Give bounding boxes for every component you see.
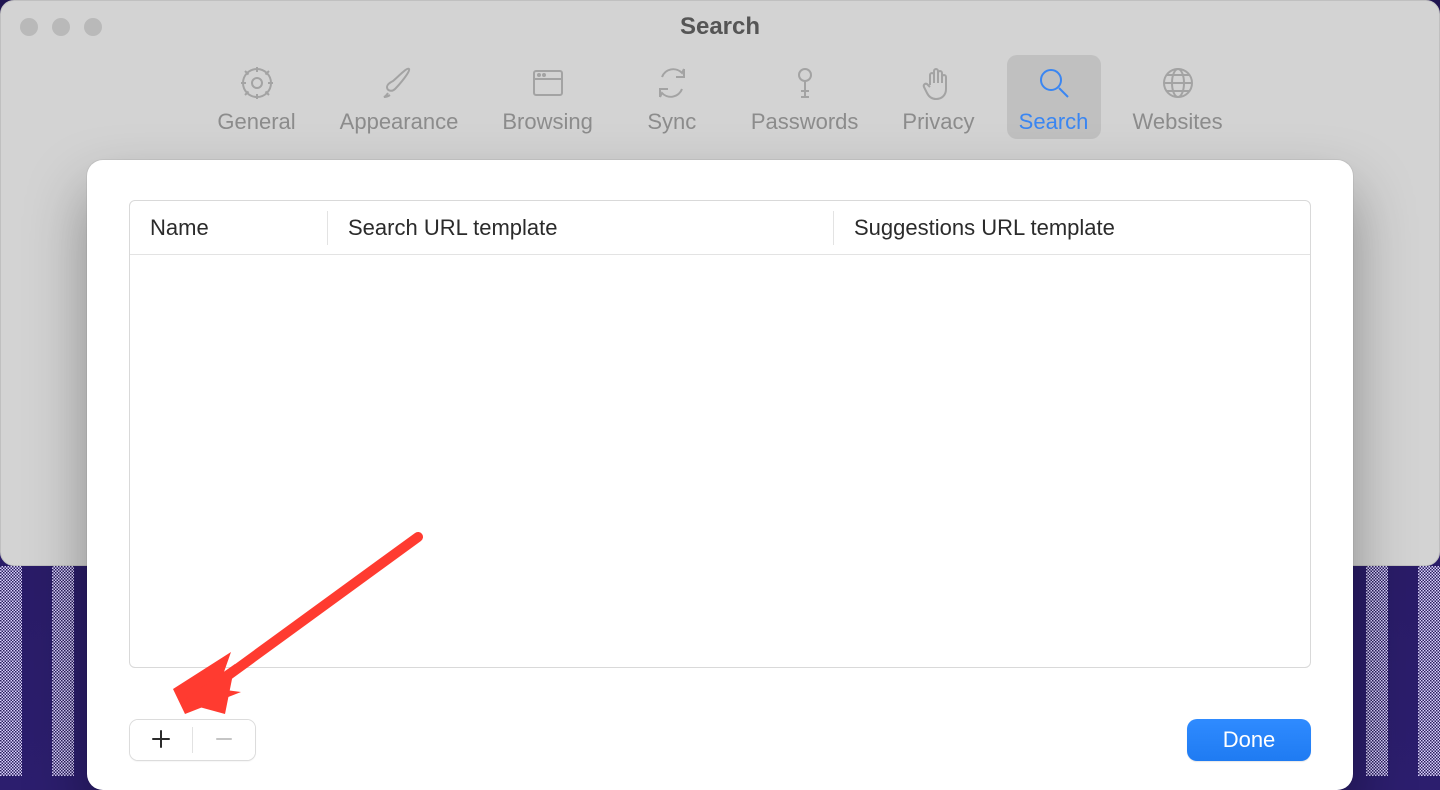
sheet-footer: Done (129, 718, 1311, 762)
brush-icon (377, 61, 421, 105)
column-header-name[interactable]: Name (130, 211, 328, 245)
gear-icon (235, 61, 279, 105)
custom-search-engines-sheet: Name Search URL template Suggestions URL… (87, 160, 1353, 790)
search-engines-table[interactable]: Name Search URL template Suggestions URL… (129, 200, 1311, 668)
add-remove-group (129, 719, 256, 761)
tab-privacy[interactable]: Privacy (890, 55, 986, 139)
tab-label: Passwords (751, 109, 859, 135)
tab-appearance[interactable]: Appearance (328, 55, 471, 139)
remove-button[interactable] (193, 720, 255, 760)
wallpaper-noise-right (1350, 566, 1440, 790)
done-button[interactable]: Done (1187, 719, 1311, 761)
tab-sync[interactable]: Sync (625, 55, 719, 139)
tab-label: Privacy (902, 109, 974, 135)
search-icon (1032, 61, 1076, 105)
wallpaper-noise-left (0, 566, 90, 790)
hand-icon (916, 61, 960, 105)
globe-icon (1156, 61, 1200, 105)
plus-icon (151, 725, 171, 756)
tab-label: Appearance (340, 109, 459, 135)
minus-icon (214, 725, 234, 756)
titlebar: Search (1, 1, 1439, 51)
table-header: Name Search URL template Suggestions URL… (130, 201, 1310, 255)
add-button[interactable] (130, 720, 192, 760)
tab-websites[interactable]: Websites (1121, 55, 1235, 139)
tab-browsing[interactable]: Browsing (490, 55, 604, 139)
key-icon (783, 61, 827, 105)
tab-label: General (217, 109, 295, 135)
preferences-toolbar: General Appearance Browsing Sync Passwor… (1, 51, 1439, 161)
tab-general[interactable]: General (205, 55, 307, 139)
tab-passwords[interactable]: Passwords (739, 55, 871, 139)
column-header-suggestions-url[interactable]: Suggestions URL template (834, 211, 1310, 245)
window-title: Search (1, 13, 1439, 41)
column-header-search-url[interactable]: Search URL template (328, 211, 834, 245)
window-icon (526, 61, 570, 105)
tab-label: Browsing (502, 109, 592, 135)
table-body-empty (130, 255, 1310, 667)
sync-icon (650, 61, 694, 105)
tab-label: Search (1019, 109, 1089, 135)
tab-search[interactable]: Search (1007, 55, 1101, 139)
tab-label: Sync (647, 109, 696, 135)
tab-label: Websites (1133, 109, 1223, 135)
